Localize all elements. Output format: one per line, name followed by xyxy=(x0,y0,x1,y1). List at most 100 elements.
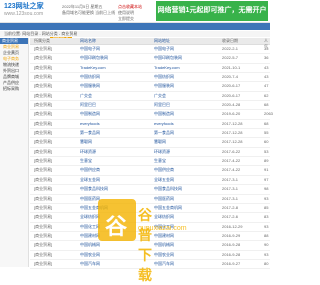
row-hits: 68 xyxy=(264,120,269,126)
row-site-url[interactable]: 环球资源 xyxy=(154,148,170,156)
row-site-name[interactable]: TradeKey.com xyxy=(80,64,106,72)
row-date: 2017-12-28 xyxy=(222,130,243,136)
row-category[interactable]: [商业贸易] xyxy=(34,110,52,118)
row-site-name[interactable]: 中国食品科技网 xyxy=(80,185,108,193)
row-date: 2017-3-1 xyxy=(222,195,239,201)
row-site-name[interactable]: 中国机械网 xyxy=(80,241,100,249)
row-date: 2020-7-4 xyxy=(222,74,239,80)
row-site-url[interactable]: everyfoods xyxy=(154,120,174,128)
row-site-name[interactable]: 中国电子网 xyxy=(80,45,100,53)
row-category[interactable]: [商业贸易] xyxy=(34,185,52,193)
row-site-url[interactable]: 生意宝 xyxy=(154,157,166,165)
row-hits: 93 xyxy=(264,195,269,201)
sidebar-item[interactable]: 招标采购 xyxy=(0,86,28,92)
row-date: 2017-12-28 xyxy=(222,139,243,145)
row-site-name[interactable]: 中国医药网 xyxy=(80,195,100,203)
row-date: 2017-3-1 xyxy=(222,176,239,182)
row-site-name[interactable]: 中国服装网 xyxy=(80,82,100,90)
row-category[interactable]: [商业贸易] xyxy=(34,241,52,249)
table-row: [商业贸易] 阿里巴巴 阿里巴巴 2020-4-28 68 xyxy=(30,101,270,111)
row-site-name[interactable]: 中国纺织网 xyxy=(80,73,100,81)
row-date: 2016-9-28 xyxy=(222,242,241,248)
row-category[interactable]: [商业贸易] xyxy=(34,129,52,137)
header-notice: 备用域名可能更换 当前已上线 xyxy=(62,10,116,15)
row-category[interactable]: [商业贸易] xyxy=(34,138,52,146)
row-site-url[interactable]: 中国纺织网 xyxy=(154,73,174,81)
submit-link[interactable]: 立即提交 xyxy=(118,16,142,22)
row-site-name[interactable]: 中国供应商 xyxy=(80,166,100,174)
row-category[interactable]: [商业贸易] xyxy=(34,64,52,72)
row-category[interactable]: [商业贸易] xyxy=(34,120,52,128)
row-site-url[interactable]: 第一食品网 xyxy=(154,129,174,137)
row-site-url[interactable]: 中国供应商 xyxy=(154,166,174,174)
main-nav: 网址首页网站分类网站提交排行榜文章资讯 xyxy=(0,23,270,40)
site-logo[interactable]: 123网址之家 www.123sou.com xyxy=(4,2,48,20)
row-site-url[interactable]: 慧聪网 xyxy=(154,138,166,146)
row-category[interactable]: [商业贸易] xyxy=(34,232,52,240)
row-category[interactable]: [商业贸易] xyxy=(34,54,52,62)
row-hits: 85 xyxy=(264,204,269,210)
row-hits: 97 xyxy=(264,176,269,182)
row-site-name[interactable]: 中国建材网 xyxy=(80,232,100,240)
row-site-name[interactable]: 第一食品网 xyxy=(80,129,100,137)
row-site-name[interactable]: 全球五金网 xyxy=(80,176,100,184)
row-category[interactable]: [商业贸易] xyxy=(34,148,52,156)
ad-banner[interactable]: 网络营销1元起即可推广，无需开户 xyxy=(156,1,268,21)
row-category[interactable]: [商业贸易] xyxy=(34,157,52,165)
row-category[interactable]: [商业贸易] xyxy=(34,213,52,221)
row-hits: 62 xyxy=(264,92,269,98)
row-category[interactable]: [商业贸易] xyxy=(34,45,52,53)
row-date: 2017-4-22 xyxy=(222,167,241,173)
row-site-name[interactable]: 中国制造网 xyxy=(80,110,100,118)
row-site-name[interactable]: everyfoods xyxy=(80,120,100,128)
row-category[interactable]: [商业贸易] xyxy=(34,223,52,231)
row-site-url[interactable]: 中国印刷包装网 xyxy=(154,54,182,62)
watermark-bag-glyph: 谷 xyxy=(105,214,128,239)
row-category[interactable]: [商业贸易] xyxy=(34,204,52,212)
row-hits: 83 xyxy=(264,214,269,220)
row-site-url[interactable]: 中国服装网 xyxy=(154,82,174,90)
top-header: 123网址之家 www.123sou.com 2022年11月5日 星期五 备用… xyxy=(0,0,270,23)
row-category[interactable]: [商业贸易] xyxy=(34,195,52,203)
row-site-name[interactable]: 全球纺织网 xyxy=(80,213,100,221)
row-site-url[interactable]: 中国电子网 xyxy=(154,45,174,53)
row-hits: 88 xyxy=(264,232,269,238)
row-category[interactable]: [商业贸易] xyxy=(34,73,52,81)
row-site-name[interactable]: 阿里巴巴 xyxy=(80,101,96,109)
row-category[interactable]: [商业贸易] xyxy=(34,251,52,259)
row-site-url[interactable]: 阿里巴巴 xyxy=(154,101,170,109)
row-category[interactable]: [商业贸易] xyxy=(34,82,52,90)
row-site-name[interactable]: 慧聪网 xyxy=(80,138,92,146)
row-site-url[interactable]: TradeKey.com xyxy=(154,64,180,72)
row-site-url[interactable]: 中国制造网 xyxy=(154,110,174,118)
row-date: 2020-6-17 xyxy=(222,92,241,98)
row-category[interactable]: [商业贸易] xyxy=(34,166,52,174)
row-date: 2019-6-20 xyxy=(222,111,241,117)
watermark-bag-icon: 谷 xyxy=(98,199,136,241)
row-hits: 68 xyxy=(264,102,269,108)
row-hits: 55 xyxy=(264,130,269,136)
row-site-url[interactable]: 全球五金网 xyxy=(154,176,174,184)
table-row: [商业贸易] 第一食品网 第一食品网 2017-12-28 55 xyxy=(30,129,270,139)
table-row: [商业贸易] 广交会 广交会 2020-6-17 62 xyxy=(30,92,270,102)
row-site-url[interactable]: 广交会 xyxy=(154,92,166,100)
row-site-url[interactable]: 中国食品科技网 xyxy=(154,185,182,193)
row-hits: 2063 xyxy=(264,111,273,117)
row-site-name[interactable]: 中国印刷包装网 xyxy=(80,54,108,62)
row-category[interactable]: [商业贸易] xyxy=(34,92,52,100)
row-site-name[interactable]: 环球资源 xyxy=(80,148,96,156)
sidebar: 商业贸易 商业贸易 企业黄页 电子商务 物流快递 外贸出口 品牌商城 产品供应 招标采购 xyxy=(0,38,29,267)
row-site-name[interactable]: 广交会 xyxy=(80,92,92,100)
row-site-name[interactable]: 生意宝 xyxy=(80,157,92,165)
row-site-name[interactable]: 中国化工网 xyxy=(80,223,100,231)
table-row: [商业贸易] 中国供应商 中国供应商 2017-4-22 91 xyxy=(30,166,270,176)
row-date: 2020-6-17 xyxy=(222,83,241,89)
header-info: 2022年11月5日 星期五 备用域名可能更换 当前已上线 xyxy=(62,4,115,16)
table-row: [商业贸易] 中国电子网 中国电子网 2022-2-1 35 xyxy=(30,45,270,55)
row-site-name[interactable]: 中国农业网 xyxy=(80,251,100,259)
row-category[interactable]: [商业贸易] xyxy=(34,101,52,109)
table-row: [商业贸易] TradeKey.com TradeKey.com 2021-10-1 4… xyxy=(30,64,270,74)
row-category[interactable]: [商业贸易] xyxy=(34,176,52,184)
row-date: 2021-10-1 xyxy=(222,64,241,70)
table-row: [商业贸易] 中国食品科技网 中国食品科技网 2017-3-1 98 xyxy=(30,185,270,195)
